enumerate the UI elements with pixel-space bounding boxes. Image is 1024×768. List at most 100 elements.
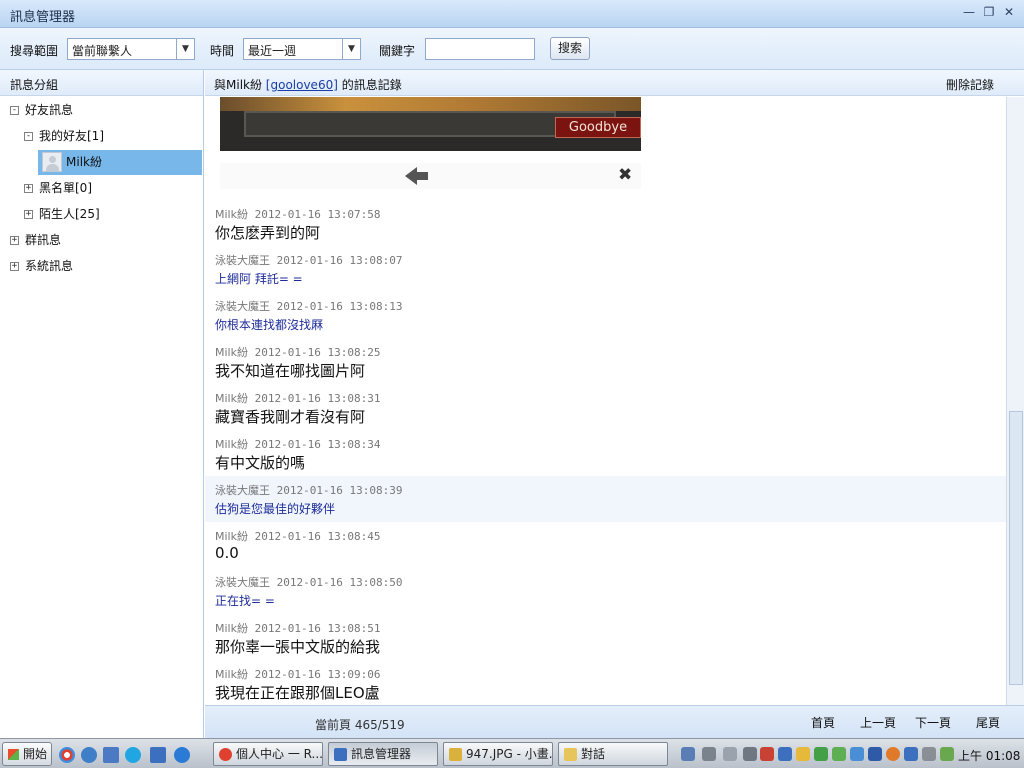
message-text: 有中文版的嗎 <box>215 454 306 472</box>
keyword-input[interactable] <box>425 38 535 60</box>
start-button[interactable]: 開始 <box>2 742 52 766</box>
keyword-label: 關鍵字 <box>379 44 416 58</box>
collapse-icon[interactable]: - <box>10 106 19 115</box>
tree-friends[interactable]: - 好友訊息 <box>10 98 73 122</box>
time-select-value: 最近一週 <box>248 44 297 58</box>
tray-app-icon[interactable] <box>886 747 900 761</box>
message-item: Milk紛 2012-01-16 13:08:45 0.0 <box>205 522 1006 568</box>
task-button-browser[interactable]: 個人中心 一 R... <box>213 742 323 766</box>
message-text: 你根本連找都沒找厤 <box>215 318 324 332</box>
time-select[interactable]: 最近一週 ▼ <box>243 38 361 60</box>
expand-icon[interactable]: + <box>24 210 33 219</box>
back-arrow-icon-tail[interactable] <box>416 172 428 180</box>
tray-app-icon[interactable] <box>702 747 716 761</box>
prev-page-button[interactable]: 上一頁 <box>860 714 896 731</box>
tree-friends-label: 好友訊息 <box>25 103 74 117</box>
scrollbar-thumb[interactable] <box>1009 411 1023 685</box>
tree-blacklist[interactable]: + 黑名單[0] <box>24 176 92 200</box>
chevron-down-icon[interactable]: ▼ <box>176 39 194 59</box>
pager-bar: 當前頁 465/519 首頁 上一頁 下一頁 尾頁 <box>205 705 1024 738</box>
tree-groups-label: 群訊息 <box>25 233 62 247</box>
search-button[interactable]: 搜索 <box>550 37 590 60</box>
expand-icon[interactable]: + <box>24 184 33 193</box>
message-time: 2012-01-16 13:08:31 <box>254 392 381 405</box>
message-text: 你怎麽弄到的阿 <box>215 224 321 242</box>
folder-icon <box>564 748 577 761</box>
last-page-button[interactable]: 尾頁 <box>976 714 1000 731</box>
message-meta: 泳裝大魔王 2012-01-16 13:08:07 <box>215 252 402 268</box>
tray-app-icon[interactable] <box>922 747 936 761</box>
message-sender: 泳裝大魔王 <box>215 254 270 267</box>
message-time: 2012-01-16 13:08:07 <box>276 254 403 267</box>
message-item: 泳裝大魔王 2012-01-16 13:08:50 正在找= = <box>205 568 1006 614</box>
task-label: 對話 <box>581 747 606 761</box>
explorer-icon[interactable] <box>103 747 119 763</box>
image-preview[interactable]: Goodbye <box>220 97 641 151</box>
next-page-button[interactable]: 下一頁 <box>915 714 951 731</box>
tray-app-icon[interactable] <box>778 747 792 761</box>
preview-artwork <box>220 97 641 111</box>
message-sender: Milk紛 <box>215 530 248 543</box>
tray-app-icon[interactable] <box>904 747 918 761</box>
message-text: 我不知道在哪找圖片阿 <box>215 362 366 380</box>
chevron-down-icon[interactable]: ▼ <box>342 39 360 59</box>
collapse-icon[interactable]: - <box>24 132 33 141</box>
tray-app-icon[interactable] <box>868 747 882 761</box>
tray-app-icon[interactable] <box>814 747 828 761</box>
first-page-button[interactable]: 首頁 <box>811 714 835 731</box>
media-player-icon[interactable] <box>81 747 97 763</box>
goodbye-button: Goodbye <box>555 117 641 138</box>
tree-groups[interactable]: + 群訊息 <box>10 228 61 252</box>
delete-records-button[interactable]: 刪除記錄 <box>946 76 994 93</box>
message-item: Milk紛 2012-01-16 13:09:06 我現在正在跟那個LEO盧 <box>205 660 1006 705</box>
message-sender: Milk紛 <box>215 668 248 681</box>
tray-app-icon[interactable] <box>832 747 846 761</box>
image-nav-bar <box>220 163 641 189</box>
scope-select-value: 當前聯繫人 <box>72 44 133 58</box>
close-preview-icon[interactable]: ✖ <box>618 165 632 185</box>
time-label: 時間 <box>210 44 235 58</box>
tree-strangers[interactable]: + 陌生人[25] <box>24 202 100 226</box>
message-sender: Milk紛 <box>215 208 248 221</box>
conversation-suffix: 的訊息記錄 <box>337 78 402 92</box>
account-link[interactable]: [goolove60] <box>266 78 338 92</box>
expand-icon[interactable]: + <box>10 262 19 271</box>
message-meta: 泳裝大魔王 2012-01-16 13:08:39 <box>215 482 402 498</box>
message-time: 2012-01-16 13:08:51 <box>254 622 381 635</box>
tree-contact-milk[interactable]: Milk紛 <box>66 150 102 174</box>
chrome-icon[interactable] <box>59 747 75 763</box>
message-log[interactable]: Goodbye ✖ Milk紛 2012-01-16 13:07:58 你怎麽弄到… <box>205 97 1006 705</box>
task-button-paint[interactable]: 947.JPG - 小畫... <box>443 742 553 766</box>
close-icon[interactable]: ✕ <box>1002 5 1016 19</box>
expand-icon[interactable]: + <box>10 236 19 245</box>
message-item: 泳裝大魔王 2012-01-16 13:08:07 上網阿 拜託= = <box>205 246 1006 292</box>
chrome-icon <box>219 748 232 761</box>
skype-icon[interactable] <box>125 747 141 763</box>
tray-app-icon[interactable] <box>681 747 695 761</box>
message-sender: 泳裝大魔王 <box>215 484 270 497</box>
clock: 上午 01:08 <box>958 749 1021 763</box>
tray-app-icon[interactable] <box>723 747 737 761</box>
window-controls: — ❐ ✕ <box>962 5 1016 19</box>
messenger-icon[interactable] <box>150 747 166 763</box>
scrollbar[interactable] <box>1006 97 1024 705</box>
message-item: Milk紛 2012-01-16 13:07:58 你怎麽弄到的阿 <box>205 200 1006 246</box>
message-time: 2012-01-16 13:09:06 <box>254 668 381 681</box>
minimize-icon[interactable]: — <box>962 5 976 19</box>
tray-app-icon[interactable] <box>850 747 864 761</box>
tray-app-icon[interactable] <box>760 747 774 761</box>
selected-row-highlight <box>38 150 202 175</box>
message-meta: Milk紛 2012-01-16 13:09:06 <box>215 666 380 682</box>
tray-app-icon[interactable] <box>940 747 954 761</box>
maximize-icon[interactable]: ❐ <box>982 5 996 19</box>
tree-system[interactable]: + 系統訊息 <box>10 254 73 278</box>
task-button-chat[interactable]: 對話 <box>558 742 668 766</box>
tray-app-icon[interactable] <box>743 747 757 761</box>
internet-explorer-icon[interactable] <box>174 747 190 763</box>
message-meta: 泳裝大魔王 2012-01-16 13:08:50 <box>215 574 402 590</box>
tree-my-friends[interactable]: - 我的好友[1] <box>24 124 104 148</box>
qq-icon[interactable] <box>796 747 810 761</box>
scope-select[interactable]: 當前聯繫人 ▼ <box>67 38 195 60</box>
task-button-message-manager[interactable]: 訊息管理器 <box>328 742 438 766</box>
message-time: 2012-01-16 13:08:13 <box>276 300 403 313</box>
